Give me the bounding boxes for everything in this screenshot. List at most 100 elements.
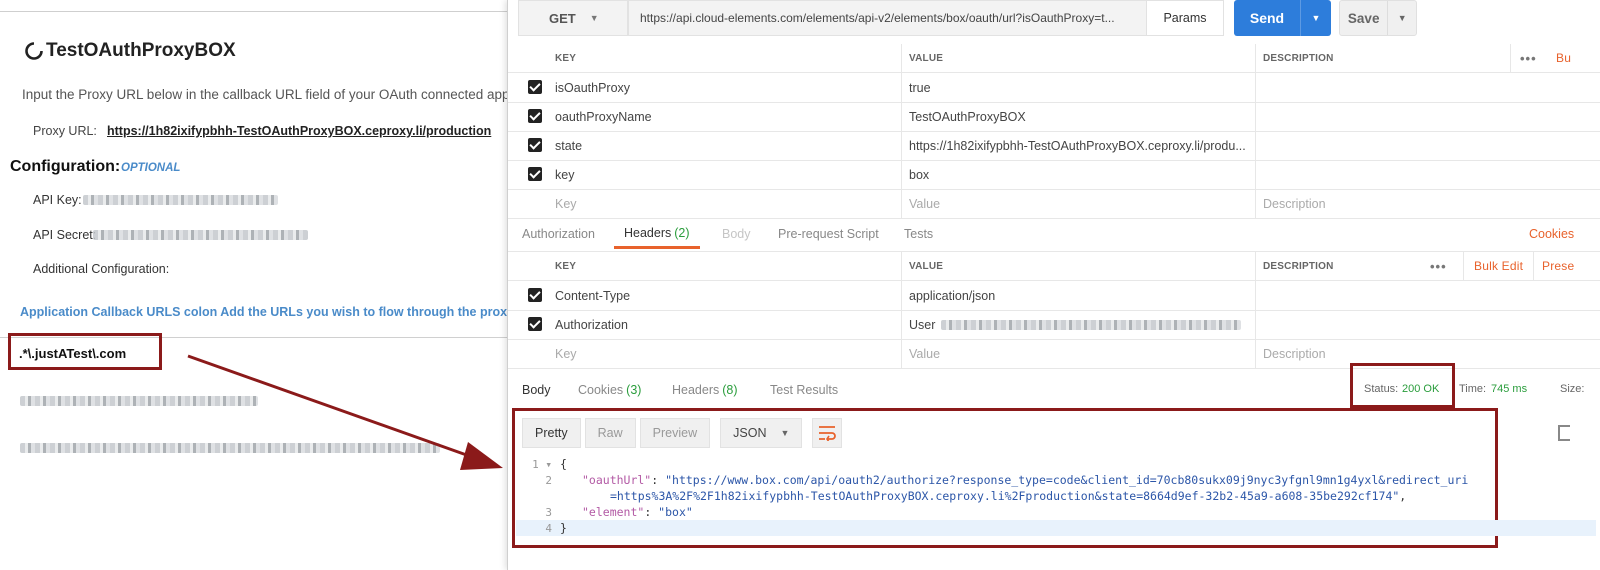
table-row: Authorization User [508, 310, 1600, 340]
code-line: =https%3A%2F%2F1h82ixifypbhh-TestOAuthPr… [610, 489, 1407, 503]
page-title-text: TestOAuthProxyBOX [46, 40, 236, 61]
chevron-down-icon[interactable]: ▼ [1300, 0, 1331, 36]
bulk-edit-link[interactable]: Bulk Edit [1474, 252, 1523, 280]
line-number: 1 ▾ [532, 457, 552, 471]
page-title: TestOAuthProxyBOX [24, 40, 236, 62]
header-key[interactable]: Authorization [555, 310, 900, 339]
line-number: 3 [545, 505, 552, 519]
more-icon[interactable]: ••• [1520, 44, 1537, 72]
new-key-input[interactable]: Key [555, 189, 900, 218]
json-value: "https://www.box.com/api/oauth2/authoriz… [665, 473, 1469, 487]
chevron-down-icon: ▼ [589, 13, 599, 23]
tab-body[interactable]: Body [722, 219, 751, 249]
format-select[interactable]: JSON ▼ [720, 418, 803, 448]
param-value[interactable]: true [909, 73, 1254, 102]
json-value: "box" [658, 505, 693, 519]
wrap-lines-button[interactable] [812, 418, 843, 448]
checkbox[interactable] [528, 288, 542, 302]
tab-tests[interactable]: Tests [904, 219, 933, 249]
pretty-button[interactable]: Pretty [522, 418, 581, 448]
tab-headers[interactable]: Headers (2) [614, 219, 700, 249]
format-label: JSON [733, 426, 767, 440]
additional-config-label: Additional Configuration: [33, 262, 170, 276]
oauth-proxy-page: TestOAuthProxyBOX Input the Proxy URL be… [0, 0, 520, 570]
more-icon[interactable]: ••• [1430, 252, 1447, 280]
tab-response-headers[interactable]: Headers (8) [672, 375, 738, 405]
callback-url-entry[interactable]: .*\.justATest\.com [19, 346, 126, 361]
send-button[interactable]: Send ▼ [1234, 0, 1331, 36]
param-key[interactable]: oauthProxyName [555, 102, 900, 131]
request-tabs: Authorization Headers (2) Body Pre-reque… [508, 219, 1600, 249]
redacted-token [941, 319, 1242, 330]
checkbox[interactable] [528, 109, 542, 123]
url-input[interactable]: https://api.cloud-elements.com/elements/… [628, 0, 1158, 36]
checkbox[interactable] [528, 167, 542, 181]
new-value-input[interactable]: Value [909, 339, 1254, 368]
param-value[interactable]: TestOAuthProxyBOX [909, 102, 1254, 131]
header-value[interactable]: application/json [909, 281, 1254, 310]
request-bar: GET ▼ https://api.cloud-elements.com/ele… [508, 0, 1600, 42]
time-label: Time: [1459, 383, 1487, 395]
proxy-url-link[interactable]: https://1h82ixifypbhh-TestOAuthProxyBOX.… [107, 124, 491, 138]
new-key-input[interactable]: Key [555, 339, 900, 368]
column-header: VALUE [909, 52, 944, 64]
param-key[interactable]: isOauthProxy [555, 73, 900, 102]
status-label: Status: [1364, 383, 1399, 395]
headers-table-header: KEY VALUE DESCRIPTION ••• Bulk Edit Pres… [508, 251, 1600, 281]
divider [0, 11, 520, 12]
intro-text: Input the Proxy URL below in the callbac… [22, 87, 510, 102]
tab-authorization[interactable]: Authorization [522, 219, 595, 249]
preview-button[interactable]: Preview [639, 418, 711, 448]
column-header: KEY [555, 260, 577, 272]
copy-icon[interactable] [1558, 425, 1570, 441]
header-value[interactable]: User [909, 310, 1254, 339]
optional-badge: OPTIONAL [121, 162, 181, 174]
configuration-heading: Configuration: [10, 158, 121, 175]
code-line: 3 "element": "box" [516, 504, 1596, 520]
new-description-input[interactable]: Description [1263, 189, 1503, 218]
cookies-link[interactable]: Cookies [1529, 219, 1574, 249]
api-secret-label: API Secret: [33, 228, 97, 242]
column-header: KEY [555, 52, 577, 64]
param-key[interactable]: state [555, 131, 900, 160]
api-key-field[interactable] [83, 195, 278, 205]
line-number: 2 [545, 473, 552, 487]
callback-url-entry-redacted[interactable] [20, 396, 258, 406]
table-row: state https://1h82ixifypbhh-TestOAuthPro… [508, 131, 1600, 161]
tab-cookies-count: (3) [626, 383, 642, 397]
proxy-url-label: Proxy URL: [33, 124, 97, 138]
checkbox[interactable] [528, 138, 542, 152]
tab-pre-request-script[interactable]: Pre-request Script [778, 219, 879, 249]
param-key[interactable]: key [555, 160, 900, 189]
postman-panel: GET ▼ https://api.cloud-elements.com/ele… [507, 0, 1600, 570]
method-select[interactable]: GET ▼ [518, 0, 628, 36]
save-button[interactable]: Save ▼ [1339, 0, 1417, 36]
code-text: } [560, 521, 567, 535]
code-line: 4 } [516, 520, 1596, 536]
callback-url-entry-redacted[interactable] [20, 443, 440, 453]
params-button[interactable]: Params [1146, 0, 1224, 36]
column-header: VALUE [909, 260, 944, 272]
checkbox[interactable] [528, 317, 542, 331]
table-row: key box [508, 160, 1600, 190]
tab-response-cookies[interactable]: Cookies (3) [578, 375, 641, 405]
new-value-input[interactable]: Value [909, 189, 1254, 218]
table-row-new: Key Value Description [508, 189, 1600, 219]
raw-button[interactable]: Raw [584, 418, 636, 448]
column-header: DESCRIPTION [1263, 260, 1334, 272]
refresh-icon [25, 42, 43, 60]
chevron-down-icon[interactable]: ▼ [1387, 1, 1416, 35]
param-value[interactable]: box [909, 160, 1254, 189]
presets-link[interactable]: Prese [1542, 252, 1574, 280]
header-key[interactable]: Content-Type [555, 281, 900, 310]
status-value: 200 OK [1402, 383, 1440, 395]
api-secret-field[interactable] [93, 230, 308, 240]
json-value: =https%3A%2F%2F1h82ixifypbhh-TestOAuthPr… [610, 489, 1400, 503]
tab-response-body[interactable]: Body [522, 375, 551, 405]
bulk-edit-link[interactable]: Bu [1556, 44, 1571, 72]
callback-urls-note: Application Callback URLS colon Add the … [20, 305, 508, 319]
tab-test-results[interactable]: Test Results [770, 375, 838, 405]
param-value[interactable]: https://1h82ixifypbhh-TestOAuthProxyBOX.… [909, 131, 1254, 160]
api-key-label: API Key: [33, 193, 82, 207]
checkbox[interactable] [528, 80, 542, 94]
